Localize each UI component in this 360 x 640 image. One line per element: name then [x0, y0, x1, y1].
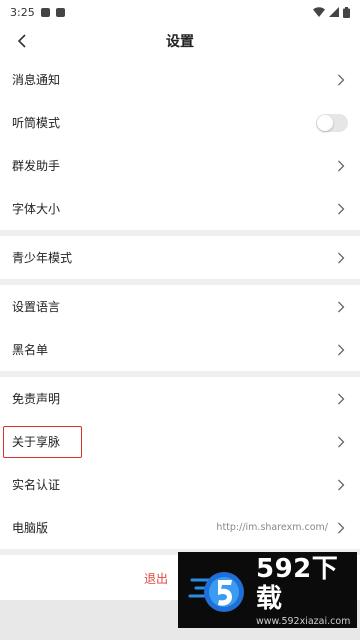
chevron-right-icon — [334, 435, 348, 449]
chevron-right-icon — [334, 202, 348, 216]
settings-item-language[interactable]: 设置语言 — [0, 285, 360, 328]
chevron-right-icon — [334, 73, 348, 87]
settings-item-label: 实名认证 — [12, 478, 61, 492]
app-notification-icon — [55, 7, 65, 17]
settings-item-broadcast-assistant[interactable]: 群发助手 — [0, 144, 360, 187]
battery-icon — [343, 6, 350, 18]
nav-bar: 设置 — [0, 24, 360, 58]
settings-item-label: 电脑版 — [12, 521, 49, 535]
watermark-title: 592下载 — [256, 553, 339, 614]
settings-item-about[interactable]: 关于享脉 — [0, 420, 360, 463]
settings-item-label: 关于享脉 — [12, 435, 61, 449]
notification-icon — [40, 7, 50, 17]
signal-icon — [329, 7, 339, 17]
settings-item-label: 群发助手 — [12, 159, 61, 173]
page-title: 设置 — [166, 34, 194, 50]
earpiece-mode-toggle[interactable] — [316, 113, 348, 132]
settings-item-blacklist[interactable]: 黑名单 — [0, 328, 360, 371]
desktop-url: http://im.sharexm.com/ — [216, 522, 328, 533]
chevron-right-icon — [334, 343, 348, 357]
settings-item-label: 设置语言 — [12, 300, 61, 314]
settings-group-preferences: 设置语言 黑名单 — [0, 285, 360, 371]
settings-group-youth: 青少年模式 — [0, 236, 360, 279]
chevron-right-icon — [334, 159, 348, 173]
watermark-banner: 592下载 www.592xiazai.com — [178, 552, 357, 628]
settings-item-label: 字体大小 — [12, 202, 61, 216]
settings-item-youth-mode[interactable]: 青少年模式 — [0, 236, 360, 279]
settings-item-font-size[interactable]: 字体大小 — [0, 187, 360, 230]
settings-item-label: 免责声明 — [12, 392, 61, 406]
settings-item-desktop[interactable]: 电脑版 http://im.sharexm.com/ — [0, 506, 360, 549]
settings-item-notifications[interactable]: 消息通知 — [0, 58, 360, 101]
watermark-url: www.592xiazai.com — [256, 615, 351, 627]
status-bar: 3:25 — [0, 0, 360, 24]
settings-item-real-name[interactable]: 实名认证 — [0, 463, 360, 506]
settings-group-general: 消息通知 听筒模式 群发助手 字体大小 — [0, 58, 360, 230]
back-button[interactable] — [10, 29, 34, 53]
watermark-logo — [188, 560, 248, 620]
chevron-right-icon — [334, 521, 348, 535]
chevron-right-icon — [334, 251, 348, 265]
chevron-right-icon — [334, 300, 348, 314]
logout-label: 退出 — [143, 571, 168, 586]
settings-item-label: 青少年模式 — [12, 251, 73, 265]
settings-item-earpiece-mode: 听筒模式 — [0, 101, 360, 144]
settings-item-disclaimer[interactable]: 免责声明 — [0, 377, 360, 420]
chevron-right-icon — [334, 392, 348, 406]
status-time: 3:25 — [10, 5, 35, 19]
chevron-left-icon — [17, 34, 26, 48]
settings-group-about: 免责声明 关于享脉 实名认证 电脑版 http://im.sharexm.com… — [0, 377, 360, 549]
wifi-icon — [313, 7, 325, 17]
toggle-knob — [317, 114, 333, 131]
settings-item-label: 听筒模式 — [12, 116, 61, 130]
chevron-right-icon — [334, 478, 348, 492]
settings-item-label: 黑名单 — [12, 343, 49, 357]
settings-item-label: 消息通知 — [12, 73, 61, 87]
